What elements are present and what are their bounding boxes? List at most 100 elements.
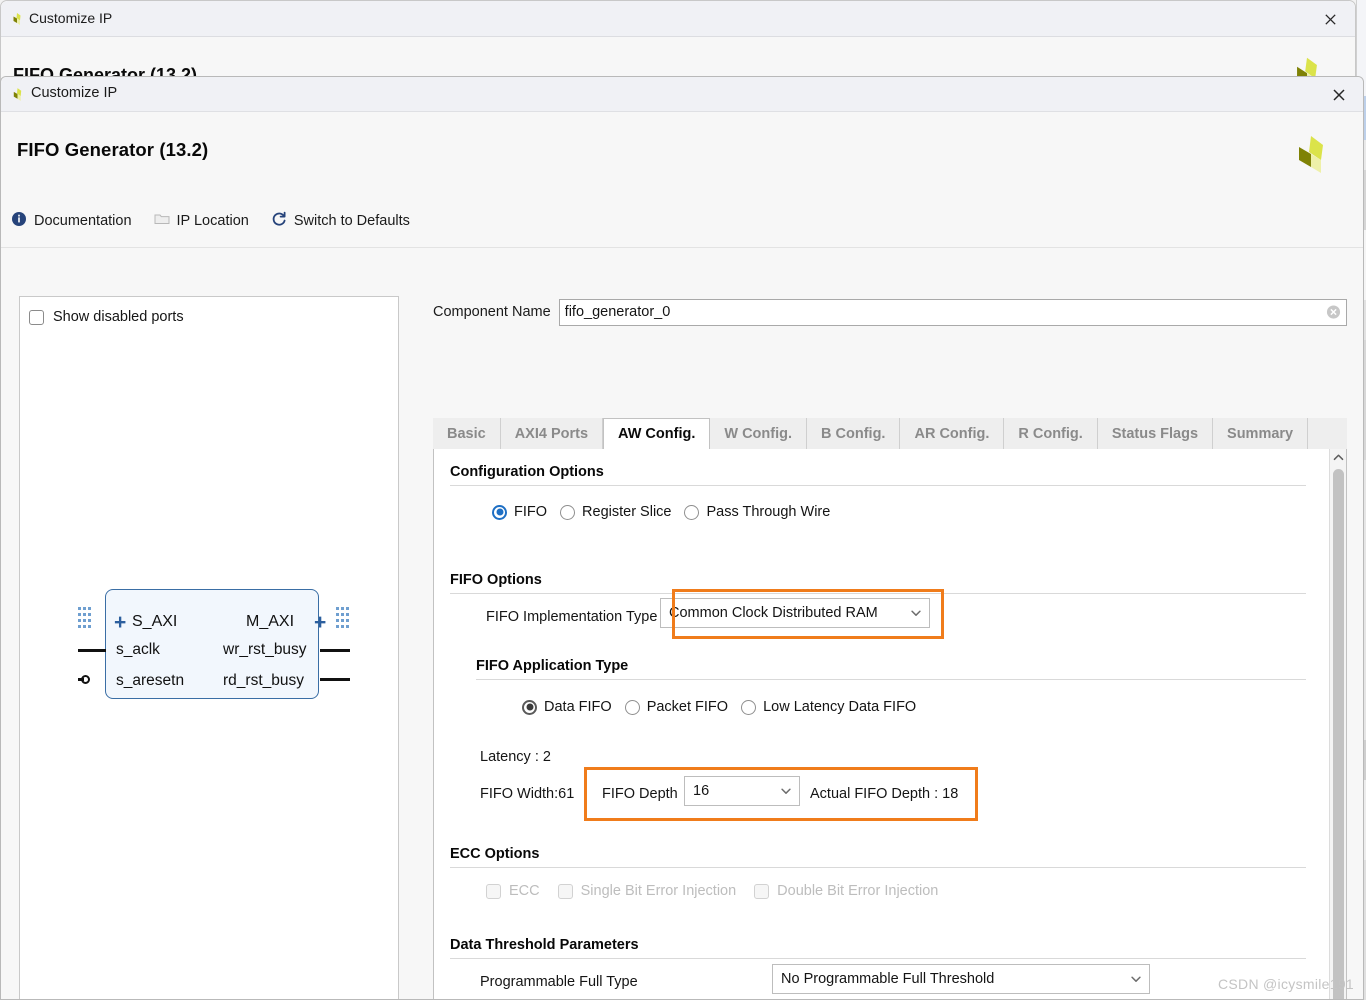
radio-fifo[interactable]: FIFO [492,504,547,520]
wr-rst-busy-port-label: wr_rst_busy [223,641,307,659]
checkbox-box [486,884,501,899]
ip-location-label: IP Location [177,213,249,229]
configuration-area: Component Name Basic AXI4 P [415,296,1353,999]
s-axi-expand-icon[interactable]: + [114,612,126,633]
show-disabled-ports-checkbox[interactable]: Show disabled ports [29,309,184,325]
refresh-icon [271,211,287,232]
s-axi-bus-connector-icon [78,607,92,633]
tab-b-config[interactable]: B Config. [807,418,900,449]
radio-pass-through-wire-label: Pass Through Wire [706,504,830,520]
checkbox-box [29,310,44,325]
radio-indicator [684,505,699,520]
chevron-down-icon [909,606,923,620]
radio-low-latency-data-fifo-label: Low Latency Data FIFO [763,699,916,715]
checkbox-ecc-label: ECC [509,883,540,899]
tab-status-flags[interactable]: Status Flags [1098,418,1213,449]
radio-register-slice[interactable]: Register Slice [560,504,671,520]
fifo-implementation-type-label: FIFO Implementation Type [486,609,657,625]
radio-pass-through-wire[interactable]: Pass Through Wire [684,504,830,520]
radio-indicator [560,505,575,520]
latency-label: Latency : 2 [480,749,551,765]
tab-ar-config[interactable]: AR Config. [900,418,1004,449]
panel-vertical-scrollbar[interactable] [1329,449,1346,999]
ecc-checkbox-group: ECC Single Bit Error Injection Double Bi… [486,883,956,899]
radio-indicator [522,700,537,715]
background-window-title: Customize IP [29,10,112,26]
s-aclk-pin [78,649,106,652]
configuration-options-radiogroup: FIFO Register Slice Pass Through Wire [492,504,843,520]
tab-w-config[interactable]: W Config. [710,418,807,449]
component-name-row: Component Name [433,296,1347,328]
ip-symbol-panel: Show disabled ports [19,296,399,1000]
fifo-width-label: FIFO Width:61 [480,786,574,802]
checkbox-single-bit-error-injection-label: Single Bit Error Injection [581,883,737,899]
dialog-title: Customize IP [31,85,117,101]
checkbox-double-bit-error-injection-label: Double Bit Error Injection [777,883,938,899]
fifo-application-type-radiogroup: Data FIFO Packet FIFO Low Latency Data F… [522,699,929,715]
radio-packet-fifo-label: Packet FIFO [647,699,728,715]
data-threshold-parameters-rule [450,958,1306,959]
fifo-application-type-title: FIFO Application Type [476,658,628,674]
xilinx-logo-icon [9,11,25,27]
configuration-options-rule [450,485,1306,486]
checkbox-double-bit-error-injection: Double Bit Error Injection [754,883,938,899]
fifo-depth-label: FIFO Depth [602,786,678,802]
fifo-depth-select[interactable]: 16 [684,776,800,806]
folder-icon [154,211,170,232]
clear-circle-icon[interactable] [1326,305,1341,320]
programmable-full-type-select[interactable]: No Programmable Full Threshold [772,964,1150,994]
radio-register-slice-label: Register Slice [582,504,671,520]
scroll-thumb[interactable] [1333,469,1344,999]
page-title: FIFO Generator (13.2) [17,139,208,161]
aw-config-content: Configuration Options FIFO Register Slic… [434,449,1329,999]
fifo-options-rule [450,593,1306,594]
dialog-titlebar: Customize IP [1,77,1363,112]
close-icon[interactable] [1323,83,1355,106]
s-aclk-port-label: s_aclk [116,641,160,659]
rd-rst-busy-pin [320,678,350,681]
component-name-input[interactable] [559,299,1347,326]
m-axi-expand-icon[interactable]: + [314,612,326,633]
radio-indicator [625,700,640,715]
watermark-text: CSDN @icysmile191 [1218,976,1354,992]
ecc-options-rule [450,867,1306,868]
dialog-toolbar: Documentation IP Location [11,207,432,235]
radio-packet-fifo[interactable]: Packet FIFO [625,699,728,715]
tab-strip-filler [1308,418,1347,449]
configuration-options-title: Configuration Options [450,464,604,480]
radio-indicator [741,700,756,715]
radio-data-fifo[interactable]: Data FIFO [522,699,612,715]
fifo-implementation-type-select[interactable]: Common Clock Distributed RAM [660,598,930,628]
show-disabled-ports-label: Show disabled ports [53,309,184,325]
s-aresetn-pin [78,678,84,681]
background-close-button[interactable] [1315,8,1345,30]
fifo-implementation-type-value: Common Clock Distributed RAM [669,605,909,621]
checkbox-box [754,884,769,899]
switch-to-defaults-label: Switch to Defaults [294,213,410,229]
xilinx-logo-icon [9,86,26,103]
actual-fifo-depth-label: Actual FIFO Depth : 18 [810,786,958,802]
scroll-up-icon[interactable] [1330,449,1347,465]
radio-low-latency-data-fifo[interactable]: Low Latency Data FIFO [741,699,916,715]
programmable-full-type-value: No Programmable Full Threshold [781,971,1129,987]
m-axi-bus-connector-icon [336,607,350,633]
ip-location-button[interactable]: IP Location [154,211,249,232]
tab-r-config[interactable]: R Config. [1004,418,1097,449]
documentation-button[interactable]: Documentation [11,211,132,232]
fifo-options-title: FIFO Options [450,572,542,588]
tab-summary[interactable]: Summary [1213,418,1308,449]
tab-basic[interactable]: Basic [433,418,501,449]
config-tabs: Basic AXI4 Ports AW Config. W Config. B … [433,418,1347,450]
tab-axi4-ports[interactable]: AXI4 Ports [501,418,603,449]
tab-aw-config[interactable]: AW Config. [603,418,710,450]
ip-block-symbol: + S_AXI M_AXI + s_aclk wr_rst_busy s_are… [70,589,360,709]
xilinx-logo-large-icon [1289,134,1333,176]
background-titlebar: Customize IP [1,1,1355,37]
rd-rst-busy-port-label: rd_rst_busy [223,672,304,690]
s-axi-port-label: S_AXI [132,613,177,631]
toolbar-divider [1,247,1363,248]
programmable-full-type-label: Programmable Full Type [480,974,638,990]
chevron-down-icon [779,784,793,798]
wr-rst-busy-pin [320,649,350,652]
switch-to-defaults-button[interactable]: Switch to Defaults [271,211,410,232]
